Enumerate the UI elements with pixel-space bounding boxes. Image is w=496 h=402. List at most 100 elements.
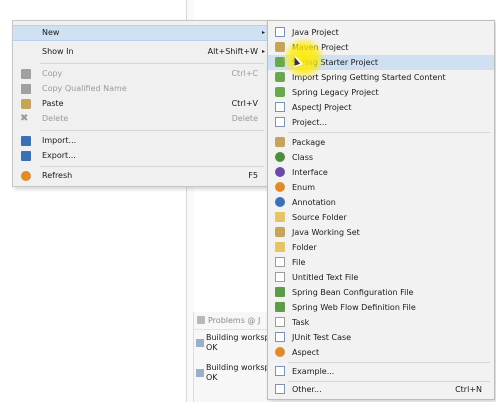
- menu-item-export[interactable]: Export...: [13, 148, 268, 164]
- refresh-icon: [21, 171, 31, 181]
- submenu-item-label: Other...: [292, 385, 322, 394]
- submenu-item-label: Spring Web Flow Definition File: [292, 303, 416, 312]
- submenu-separator: [288, 132, 490, 133]
- progress-status: OK: [206, 373, 218, 382]
- submenu-item-label: AspectJ Project: [292, 103, 352, 112]
- submenu-item-package[interactable]: Package: [268, 135, 494, 150]
- submenu-item-label: Example...: [292, 367, 335, 376]
- submenu-item-untitled-text-file[interactable]: Untitled Text File: [268, 270, 494, 285]
- menu-item-show-in[interactable]: Show In Alt+Shift+W ▸: [13, 44, 268, 60]
- menu-item-shortcut: Alt+Shift+W: [207, 47, 258, 56]
- submenu-item-label: Folder: [292, 243, 317, 252]
- submenu-item-junit-test-case[interactable]: JUnit Test Case: [268, 330, 494, 345]
- paste-icon: [21, 99, 31, 109]
- spring-bean-icon: [275, 287, 285, 297]
- import-icon: [21, 136, 31, 146]
- menu-item-label: Show In: [42, 47, 74, 56]
- menu-item-delete[interactable]: ✖ Delete Delete: [13, 111, 268, 127]
- submenu-item-label: Spring Legacy Project: [292, 88, 379, 97]
- submenu-item-label: File: [292, 258, 306, 267]
- submenu-item-label: JUnit Test Case: [292, 333, 352, 342]
- menu-separator: [40, 63, 264, 64]
- menu-item-copy[interactable]: Copy Ctrl+C: [13, 66, 268, 82]
- menu-item-label: Paste: [42, 99, 64, 108]
- submenu-item-spring-bean-config[interactable]: Spring Bean Configuration File: [268, 285, 494, 300]
- submenu-item-label: Source Folder: [292, 213, 347, 222]
- submenu-item-other[interactable]: Other... Ctrl+N: [268, 382, 494, 397]
- task-icon: [275, 317, 285, 327]
- submenu-item-task[interactable]: Task: [268, 315, 494, 330]
- progress-row: Building worksp OK: [196, 332, 270, 354]
- menu-item-shortcut: Delete: [231, 114, 258, 123]
- menu-item-label: Refresh: [42, 171, 73, 180]
- delete-icon: ✖: [20, 113, 29, 124]
- problems-tab-label: Problems @ J: [208, 316, 261, 325]
- progress-row: Building worksp OK: [196, 362, 270, 384]
- menu-separator: [40, 166, 264, 167]
- menu-item-shortcut: Ctrl+C: [231, 69, 258, 78]
- submenu-item-interface[interactable]: Interface: [268, 165, 494, 180]
- source-folder-icon: [275, 212, 285, 222]
- submenu-item-label: Spring Bean Configuration File: [292, 288, 414, 297]
- enum-icon: [275, 182, 285, 192]
- copy-qualified-icon: [21, 84, 31, 94]
- menu-item-label: New: [42, 28, 60, 37]
- menu-item-shortcut: F5: [248, 171, 258, 180]
- menu-item-label: Delete: [42, 114, 69, 123]
- working-set-icon: [275, 227, 285, 237]
- submenu-item-label: Task: [292, 318, 310, 327]
- menu-item-label: Copy: [42, 69, 63, 78]
- submenu-separator: [288, 362, 490, 363]
- package-icon: [275, 137, 285, 147]
- menu-item-label: Import...: [42, 136, 77, 145]
- submenu-item-folder[interactable]: Folder: [268, 240, 494, 255]
- menu-item-copy-qualified-name[interactable]: Copy Qualified Name: [13, 81, 268, 97]
- submenu-item-label: Enum: [292, 183, 315, 192]
- folder-icon: [275, 242, 285, 252]
- spring-import-icon: [275, 72, 285, 82]
- submenu-item-enum[interactable]: Enum: [268, 180, 494, 195]
- junit-icon: [275, 332, 285, 342]
- menu-item-new[interactable]: New ▸: [13, 25, 268, 41]
- context-menu: New ▸ Show In Alt+Shift+W ▸ Copy Ctrl+C …: [12, 20, 269, 187]
- submenu-item-aspectj-project[interactable]: AspectJ Project: [268, 100, 494, 115]
- submenu-item-label: Class: [292, 153, 314, 162]
- submenu-item-shortcut: Ctrl+N: [455, 385, 482, 394]
- menu-item-label: Export...: [42, 151, 76, 160]
- submenu-item-class[interactable]: Class: [268, 150, 494, 165]
- aspectj-project-icon: [275, 102, 285, 112]
- progress-icon: [196, 369, 204, 377]
- submenu-item-label: Package: [292, 138, 326, 147]
- submenu-item-file[interactable]: File: [268, 255, 494, 270]
- menu-separator: [40, 130, 264, 131]
- menu-item-label: Copy Qualified Name: [42, 84, 127, 93]
- submenu-item-aspect[interactable]: Aspect: [268, 345, 494, 360]
- submenu-item-example[interactable]: Example...: [268, 364, 494, 379]
- submenu-item-project[interactable]: Project...: [268, 115, 494, 130]
- submenu-item-java-working-set[interactable]: Java Working Set: [268, 225, 494, 240]
- submenu-item-annotation[interactable]: Annotation: [268, 195, 494, 210]
- submenu-arrow-icon: ▸: [261, 48, 265, 55]
- menu-item-refresh[interactable]: Refresh F5: [13, 168, 268, 184]
- spring-legacy-icon: [275, 87, 285, 97]
- menu-item-import[interactable]: Import...: [13, 133, 268, 149]
- project-icon: [275, 117, 285, 127]
- progress-status: OK: [206, 343, 218, 352]
- submenu-item-spring-webflow[interactable]: Spring Web Flow Definition File: [268, 300, 494, 315]
- submenu-item-source-folder[interactable]: Source Folder: [268, 210, 494, 225]
- submenu-item-spring-legacy-project[interactable]: Spring Legacy Project: [268, 85, 494, 100]
- menu-item-paste[interactable]: Paste Ctrl+V: [13, 96, 268, 112]
- submenu-item-label: Java Working Set: [292, 228, 360, 237]
- other-icon: [275, 384, 285, 394]
- progress-icon: [196, 339, 204, 347]
- problems-tab[interactable]: Problems @ J: [194, 312, 268, 330]
- interface-icon: [275, 167, 285, 177]
- submenu-item-label: Annotation: [292, 198, 336, 207]
- submenu-item-label: Aspect: [292, 348, 320, 357]
- spring-webflow-icon: [275, 302, 285, 312]
- menu-item-shortcut: Ctrl+V: [231, 99, 258, 108]
- problems-panel: Problems @ J Building worksp OK Building…: [193, 312, 270, 402]
- java-project-icon: [275, 27, 285, 37]
- class-icon: [275, 152, 285, 162]
- file-icon: [275, 257, 285, 267]
